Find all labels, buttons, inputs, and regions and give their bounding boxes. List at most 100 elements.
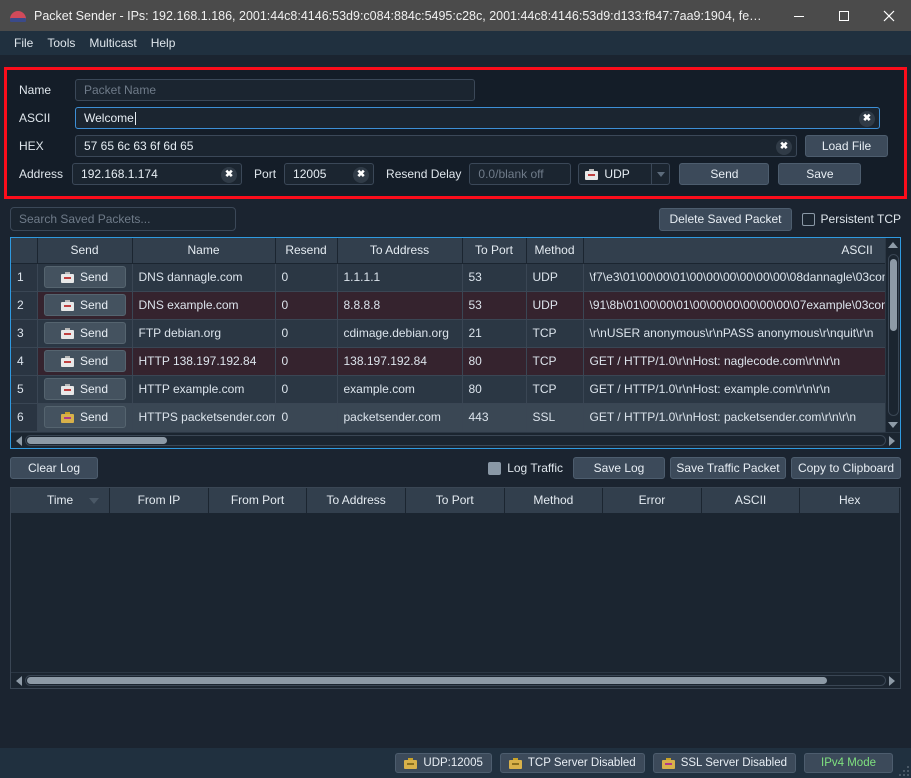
vscroll-track[interactable] (887, 254, 899, 416)
row-send-cell[interactable]: Send (37, 263, 133, 292)
table-row[interactable]: 5 Send HTTP example.com 0 example.com 80… (11, 375, 885, 404)
status-udp[interactable]: UDP:12005 (395, 753, 492, 773)
menu-item-file[interactable]: File (7, 33, 40, 53)
port-input[interactable]: 12005 ✖ (284, 163, 375, 185)
log-hscroll-thumb[interactable] (27, 677, 827, 684)
row-send-button[interactable]: Send (43, 322, 126, 344)
menu-item-multicast[interactable]: Multicast (82, 33, 143, 53)
row-send-button[interactable]: Send (43, 378, 126, 400)
status-ssl-server[interactable]: SSL Server Disabled (652, 753, 797, 773)
chevron-down-icon[interactable] (651, 164, 669, 184)
ascii-clear-icon[interactable]: ✖ (859, 111, 875, 127)
scroll-left-icon[interactable] (16, 435, 22, 446)
port-clear-icon[interactable]: ✖ (353, 167, 370, 183)
row-send-button[interactable]: Send (43, 266, 126, 288)
address-clear-icon[interactable]: ✖ (221, 167, 238, 183)
log-col-to-port[interactable]: To Port (405, 488, 505, 514)
log-col-time[interactable]: Time (11, 488, 111, 514)
saved-packets-table[interactable]: Send Name Resend To Address To Port Meth… (10, 237, 901, 449)
col-method[interactable]: Method (526, 238, 584, 264)
menu-item-tools[interactable]: Tools (40, 33, 82, 53)
row-send-cell[interactable]: Send (37, 347, 133, 376)
hscroll-track[interactable] (25, 435, 886, 446)
row-to-port: 21 (462, 319, 527, 348)
table-row[interactable]: 4 Send HTTP 138.197.192.84 0 138.197.192… (11, 347, 885, 376)
row-name: DNS example.com (132, 291, 276, 320)
name-row: Name Packet Name (19, 79, 892, 101)
resend-delay-input[interactable]: 0.0/blank off (469, 163, 572, 185)
status-udp-label: UDP:12005 (423, 757, 483, 769)
scroll-up-icon[interactable] (888, 242, 898, 248)
address-input[interactable]: 192.168.1.174 ✖ (72, 163, 243, 185)
log-hscroll-track[interactable] (25, 675, 886, 686)
log-col-hex[interactable]: Hex (799, 488, 900, 514)
row-send-cell[interactable]: Send (37, 291, 133, 320)
status-tcp-server[interactable]: TCP Server Disabled (499, 753, 645, 773)
col-send[interactable]: Send (37, 238, 133, 264)
log-table-element: Time From IP From Port To Address To Por… (11, 488, 900, 514)
search-input[interactable]: Search Saved Packets... (10, 207, 236, 231)
save-button[interactable]: Save (778, 163, 862, 185)
log-traffic-checkbox[interactable]: Log Traffic (488, 461, 563, 475)
row-resend: 0 (275, 375, 338, 404)
ascii-input[interactable]: Welcome ✖ (75, 107, 880, 129)
delete-saved-packet-button[interactable]: Delete Saved Packet (659, 207, 792, 231)
traffic-log-table[interactable]: Time From IP From Port To Address To Por… (10, 487, 901, 689)
row-send-button[interactable]: Send (43, 406, 126, 428)
protocol-select[interactable]: UDP (578, 163, 671, 185)
log-col-to-address[interactable]: To Address (306, 488, 406, 514)
persistent-tcp-checkbox[interactable]: Persistent TCP (801, 212, 901, 226)
sort-descending-icon[interactable] (89, 498, 100, 504)
packets-vertical-scrollbar[interactable] (885, 238, 900, 432)
hex-clear-icon[interactable]: ✖ (776, 139, 792, 155)
row-send-cell[interactable]: Send (37, 375, 133, 404)
save-log-button[interactable]: Save Log (573, 457, 665, 479)
maximize-icon[interactable] (821, 0, 866, 31)
col-index[interactable] (11, 238, 38, 264)
close-icon[interactable] (866, 0, 911, 31)
row-send-cell[interactable]: Send (37, 319, 133, 348)
row-send-button[interactable]: Send (43, 294, 126, 316)
checkbox-icon[interactable] (488, 461, 502, 475)
status-ip-mode[interactable]: IPv4 Mode (804, 753, 893, 773)
row-resend: 0 (275, 319, 338, 348)
col-to-address[interactable]: To Address (337, 238, 463, 264)
row-send-cell[interactable]: Send (37, 403, 133, 432)
col-ascii[interactable]: ASCII (583, 238, 885, 264)
save-traffic-packet-button[interactable]: Save Traffic Packet (670, 457, 786, 479)
log-horizontal-scrollbar[interactable] (11, 672, 900, 688)
log-col-ascii[interactable]: ASCII (701, 488, 801, 514)
hscroll-thumb[interactable] (27, 437, 167, 444)
col-name[interactable]: Name (132, 238, 276, 264)
checkbox-icon[interactable] (801, 212, 815, 226)
row-index: 1 (11, 263, 38, 292)
load-file-button[interactable]: Load File (805, 135, 888, 157)
scroll-right-icon[interactable] (889, 675, 895, 686)
log-col-from-port[interactable]: From Port (208, 488, 308, 514)
table-row[interactable]: 1 Send DNS dannagle.com 0 1.1.1.1 53 UDP (11, 263, 885, 292)
hex-input[interactable]: 57 65 6c 63 6f 6d 65 ✖ (75, 135, 797, 157)
send-button[interactable]: Send (679, 163, 770, 185)
log-col-error[interactable]: Error (602, 488, 702, 514)
resize-grip-icon[interactable] (897, 764, 909, 776)
minimize-icon[interactable] (776, 0, 821, 31)
scroll-left-icon[interactable] (16, 675, 22, 686)
col-resend[interactable]: Resend (275, 238, 338, 264)
packets-horizontal-scrollbar[interactable] (11, 432, 900, 448)
copy-to-clipboard-button[interactable]: Copy to Clipboard (791, 457, 901, 479)
table-row[interactable]: 2 Send DNS example.com 0 8.8.8.8 53 UDP (11, 291, 885, 320)
scroll-right-icon[interactable] (889, 435, 895, 446)
table-row[interactable]: 3 Send FTP debian.org 0 cdimage.debian.o… (11, 319, 885, 348)
scroll-down-icon[interactable] (888, 422, 898, 428)
menu-item-help[interactable]: Help (144, 33, 183, 53)
vscroll-thumb[interactable] (889, 259, 897, 331)
col-to-port[interactable]: To Port (462, 238, 527, 264)
packet-compose-panel: Name Packet Name ASCII Welcome ✖ HEX 57 … (4, 67, 907, 199)
log-col-from-ip[interactable]: From IP (109, 488, 209, 514)
log-col-method[interactable]: Method (504, 488, 604, 514)
table-row[interactable]: 6 Send HTTPS packetsender.com 0 packetse… (11, 403, 885, 432)
log-empty-area (11, 513, 900, 672)
name-input[interactable]: Packet Name (75, 79, 475, 101)
clear-log-button[interactable]: Clear Log (10, 457, 98, 479)
row-send-button[interactable]: Send (43, 350, 126, 372)
